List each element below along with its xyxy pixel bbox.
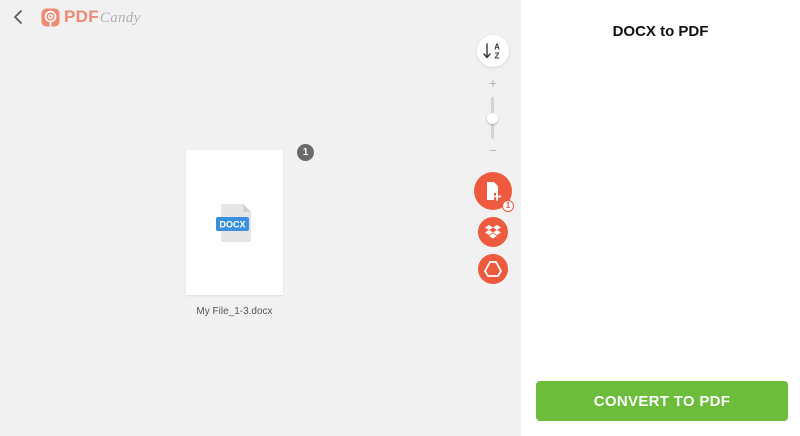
add-file-count-badge: 1	[502, 200, 514, 212]
logo-pdf-text: PDF	[64, 7, 99, 26]
sort-az-icon: A Z	[483, 43, 500, 61]
sort-letter-z: Z	[495, 52, 500, 61]
sort-letter-a: A	[494, 43, 500, 52]
workspace: PDFCandy A Z + − 1 DOCX 1 My File_1-3.do…	[0, 0, 521, 436]
zoom-in-button[interactable]: +	[487, 76, 499, 90]
add-file-icon	[487, 182, 502, 201]
chevron-left-icon	[14, 10, 22, 24]
dropbox-button[interactable]	[478, 217, 508, 247]
file-count-badge: 1	[297, 144, 314, 161]
logo[interactable]: PDFCandy	[41, 7, 141, 27]
file-type-label: DOCX	[219, 220, 245, 230]
settings-panel: DOCX to PDF	[521, 0, 800, 436]
convert-to-pdf-button[interactable]: CONVERT TO PDF	[536, 381, 788, 421]
file-name: My File_1-3.docx	[196, 306, 273, 317]
candy-logo-icon	[41, 7, 60, 27]
zoom-out-button[interactable]: −	[487, 143, 499, 157]
logo-candy-text: Candy	[99, 10, 141, 26]
file-thumbnail[interactable]: DOCX	[186, 150, 283, 295]
google-drive-button[interactable]	[478, 254, 508, 284]
sort-button[interactable]: A Z	[477, 35, 509, 67]
dropbox-icon	[485, 225, 501, 239]
docx-file-icon: DOCX	[216, 204, 251, 242]
back-button[interactable]	[8, 6, 30, 28]
logo-text: PDFCandy	[64, 7, 141, 27]
google-drive-icon	[484, 261, 502, 277]
zoom-slider-thumb[interactable]	[487, 113, 498, 124]
panel-title: DOCX to PDF	[612, 23, 709, 40]
